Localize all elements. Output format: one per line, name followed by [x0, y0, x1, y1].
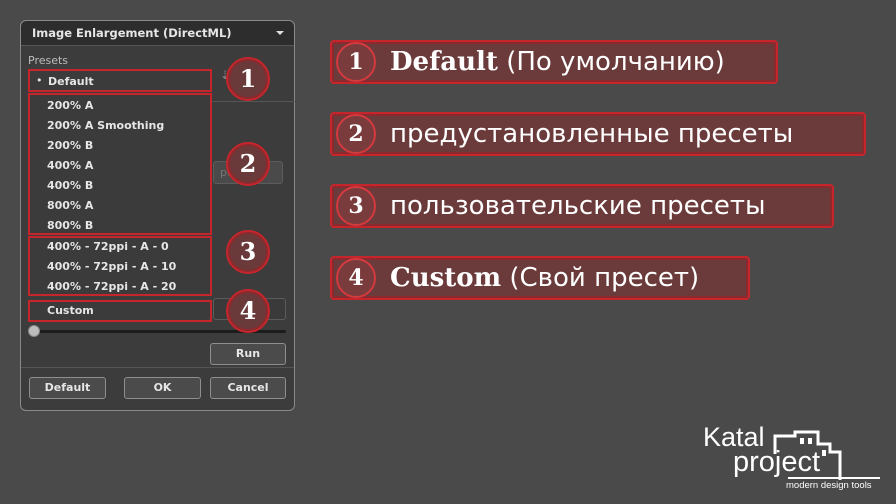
marker-4: 4: [226, 289, 270, 333]
default-button[interactable]: Default: [29, 377, 106, 399]
callout-custom: 4 Custom (Свой пресет): [330, 256, 750, 300]
preset-item[interactable]: 400% - 72ppi - A - 20: [47, 280, 176, 293]
divider: [211, 101, 295, 102]
marker-3: 3: [226, 230, 270, 274]
marker-2: 2: [226, 142, 270, 186]
preset-item-label: Custom: [47, 304, 94, 317]
run-button[interactable]: Run: [210, 343, 286, 365]
callout-user: 3 пользовательские пресеты: [330, 184, 834, 228]
callout-number: 1: [336, 42, 376, 82]
dialog-title-bar: Image Enlargement (DirectML): [21, 21, 294, 46]
callout-text: Custom (Свой пресет): [390, 263, 700, 293]
preset-item[interactable]: 800% B: [47, 219, 93, 232]
callout-text: предустановленные пресеты: [390, 119, 794, 149]
katal-project-logo: Katal project modern design tools: [700, 422, 880, 498]
preset-item[interactable]: 200% B: [47, 139, 93, 152]
preset-item[interactable]: 400% - 72ppi - A - 10: [47, 260, 176, 273]
builtin-presets-group: 200% A 200% A Smoothing 200% B 400% A 40…: [28, 93, 212, 235]
preset-item-custom[interactable]: Custom: [28, 300, 212, 322]
preset-item-default[interactable]: • Default: [28, 69, 212, 92]
preset-item[interactable]: 400% B: [47, 179, 93, 192]
preset-item[interactable]: 200% A Smoothing: [47, 119, 164, 132]
callout-default: 1 Default (По умолчанию): [330, 40, 778, 84]
ok-button[interactable]: OK: [124, 377, 201, 399]
preset-item-label: Default: [48, 75, 94, 88]
callout-number: 2: [336, 114, 376, 154]
selected-bullet-icon: •: [36, 74, 43, 87]
dialog-title: Image Enlargement (DirectML): [32, 26, 232, 40]
callout-text: Default (По умолчанию): [390, 47, 725, 77]
logo-tagline: modern design tools: [786, 480, 872, 491]
callout-number: 4: [336, 258, 376, 298]
user-presets-group: 400% - 72ppi - A - 0 400% - 72ppi - A - …: [28, 236, 212, 296]
preset-item[interactable]: 800% A: [47, 199, 93, 212]
cancel-button[interactable]: Cancel: [210, 377, 286, 399]
callout-builtin: 2 предустановленные пресеты: [330, 112, 866, 156]
callout-text: пользовательские пресеты: [390, 191, 766, 221]
slider-thumb[interactable]: [28, 325, 40, 337]
preset-item[interactable]: 200% A: [47, 99, 93, 112]
footer-divider: [21, 367, 294, 368]
marker-1: 1: [226, 57, 270, 101]
preset-item[interactable]: 400% A: [47, 159, 93, 172]
logo-word-project: project: [733, 446, 821, 478]
callout-number: 3: [336, 186, 376, 226]
presets-label: Presets: [28, 54, 69, 67]
dialog-menu-chevron-icon[interactable]: [276, 31, 284, 35]
preset-item[interactable]: 400% - 72ppi - A - 0: [47, 240, 169, 253]
